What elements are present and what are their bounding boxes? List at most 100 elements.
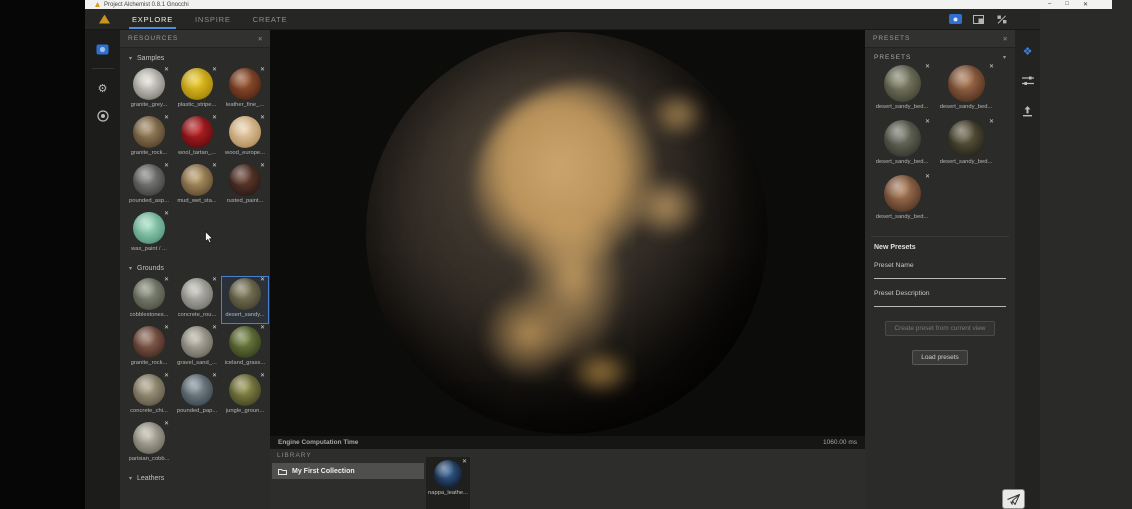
material-label: wool_tartan_... [178,150,216,156]
remove-material-icon[interactable]: ✕ [462,458,467,465]
preset-name-input[interactable] [874,278,1006,279]
chevron-down-icon: ▾ [129,55,132,62]
parameters-sliders-icon[interactable] [1017,72,1039,90]
material-label: rusted_paint... [227,198,264,204]
remove-material-icon[interactable]: ✕ [989,118,994,125]
close-button[interactable]: ✕ [1083,1,1088,8]
preset-description-input[interactable] [874,306,1006,307]
material-sphere [181,374,213,406]
section-grounds[interactable]: ▾ Grounds [120,258,270,276]
material-thumbnail[interactable]: ✕jungle_groun... [221,372,269,420]
remove-material-icon[interactable]: ✕ [164,372,169,379]
camera-view-icon[interactable] [949,14,962,24]
remove-material-icon[interactable]: ✕ [164,420,169,427]
remove-material-icon[interactable]: ✕ [925,63,930,70]
remove-material-icon[interactable]: ✕ [212,276,217,283]
remove-material-icon[interactable]: ✕ [260,324,265,331]
presets-section-header[interactable]: PRESETS ▾ [865,48,1015,63]
material-thumbnail[interactable]: ✕desert_sandy_bed... [870,63,934,118]
engine-time-label: Engine Computation Time [278,439,358,446]
engine-status-bar: Engine Computation Time 1060.00 ms [270,436,865,449]
viewport-3d[interactable] [270,30,865,436]
material-thumbnail[interactable]: ✕wax_paint / ... [125,210,173,258]
remove-material-icon[interactable]: ✕ [164,162,169,169]
export-icon[interactable] [1017,102,1039,120]
material-thumbnail[interactable]: ✕iceland_grass... [221,324,269,372]
preferences-icon[interactable] [995,14,1008,24]
section-samples[interactable]: ▾ Samples [120,48,270,66]
load-presets-button[interactable]: Load presets [912,350,968,365]
remove-material-icon[interactable]: ✕ [925,173,930,180]
material-label: granite_rock... [131,360,168,366]
material-thumbnail[interactable]: ✕granite_grey... [125,66,173,114]
tab-explore[interactable]: EXPLORE [132,9,173,29]
3d-view-icon[interactable]: ❖ [1017,42,1039,60]
material-thumbnail[interactable]: ✕gravel_sand_... [173,324,221,372]
remove-material-icon[interactable]: ✕ [212,114,217,121]
material-thumbnail[interactable]: ✕leather_fine_... [221,66,269,114]
remove-material-icon[interactable]: ✕ [164,66,169,73]
remove-material-icon[interactable]: ✕ [260,162,265,169]
new-presets-title: New Presets [874,244,1006,251]
material-thumbnail[interactable]: ✕concrete_chi... [125,372,173,420]
create-preset-button[interactable]: Create preset from current view [885,321,994,336]
tab-inspire[interactable]: INSPIRE [195,9,231,29]
remove-material-icon[interactable]: ✕ [164,276,169,283]
tab-create[interactable]: CREATE [253,9,288,29]
materials-home-icon[interactable] [92,40,114,58]
alchemist-logo-icon [99,15,110,24]
presets-panel-header: PRESETS ✕ [865,30,1015,48]
library-item[interactable]: ✕ nappa_leathe... [426,457,470,509]
material-thumbnail[interactable]: ✕pounded_pap... [173,372,221,420]
remove-material-icon[interactable]: ✕ [212,324,217,331]
material-thumbnail[interactable]: ✕desert_sandy_bed... [934,118,998,173]
material-sphere [133,422,165,454]
remove-material-icon[interactable]: ✕ [164,324,169,331]
send-feedback-button[interactable] [1002,489,1025,509]
material-thumbnail[interactable]: ✕ wood_europe... [221,114,269,162]
remove-material-icon[interactable]: ✕ [212,372,217,379]
remove-material-icon[interactable]: ✕ [260,114,265,121]
material-thumbnail[interactable]: ✕plastic_stripe... [173,66,221,114]
material-sphere [229,326,261,358]
split-view-icon[interactable] [972,14,985,24]
material-thumbnail[interactable]: ✕cobblestones... [125,276,173,324]
remove-material-icon[interactable]: ✕ [260,372,265,379]
material-thumbnail[interactable]: ✕ rusted_paint... [221,162,269,210]
material-thumbnail[interactable]: ✕desert_sandy_bed... [870,173,934,228]
sand-patch [651,92,703,136]
community-icon[interactable] [92,107,114,125]
material-thumbnail[interactable]: ✕parisian_cobb... [125,420,173,468]
material-thumbnail[interactable]: ✕pounded_asp... [125,162,173,210]
remove-material-icon[interactable]: ✕ [925,118,930,125]
material-label: wood_europe... [225,150,265,156]
material-thumbnail[interactable]: ✕concrete_rou... [173,276,221,324]
material-label: granite_rock... [131,150,168,156]
remove-material-icon[interactable]: ✕ [164,210,169,217]
material-label: desert_sandy_bed... [876,159,929,165]
minimize-button[interactable]: – [1048,1,1051,8]
section-leathers[interactable]: ▾ Leathers [120,468,270,486]
maximize-button[interactable]: □ [1065,1,1069,8]
material-thumbnail[interactable]: ✕ wool_tartan_... [173,114,221,162]
material-thumbnail[interactable]: ✕mud_wet_sta... [173,162,221,210]
remove-material-icon[interactable]: ✕ [260,276,265,283]
sand-patch [631,177,699,237]
material-preview-sphere[interactable] [366,32,768,434]
remove-material-icon[interactable]: ✕ [164,114,169,121]
remove-material-icon[interactable]: ✕ [260,66,265,73]
material-thumbnail[interactable]: ✕ granite_rock... [125,324,173,372]
material-thumbnail[interactable]: ✕ desert_sandy_bed... [870,118,934,173]
settings-gear-icon[interactable]: ⚙ [92,79,114,97]
close-resources-icon[interactable]: ✕ [258,35,264,43]
collection-row[interactable]: My First Collection [272,463,424,479]
material-thumbnail[interactable]: ✕desert_sandy... [221,276,269,324]
remove-material-icon[interactable]: ✕ [212,66,217,73]
remove-material-icon[interactable]: ✕ [212,162,217,169]
material-thumbnail[interactable]: ✕ granite_rock... [125,114,173,162]
remove-material-icon[interactable]: ✕ [989,63,994,70]
library-panel: LIBRARY My First Collection ✕ nappa_leat… [270,449,865,509]
close-presets-icon[interactable]: ✕ [1003,35,1009,43]
material-thumbnail[interactable]: ✕desert_sandy_bed... [934,63,998,118]
material-sphere [133,374,165,406]
